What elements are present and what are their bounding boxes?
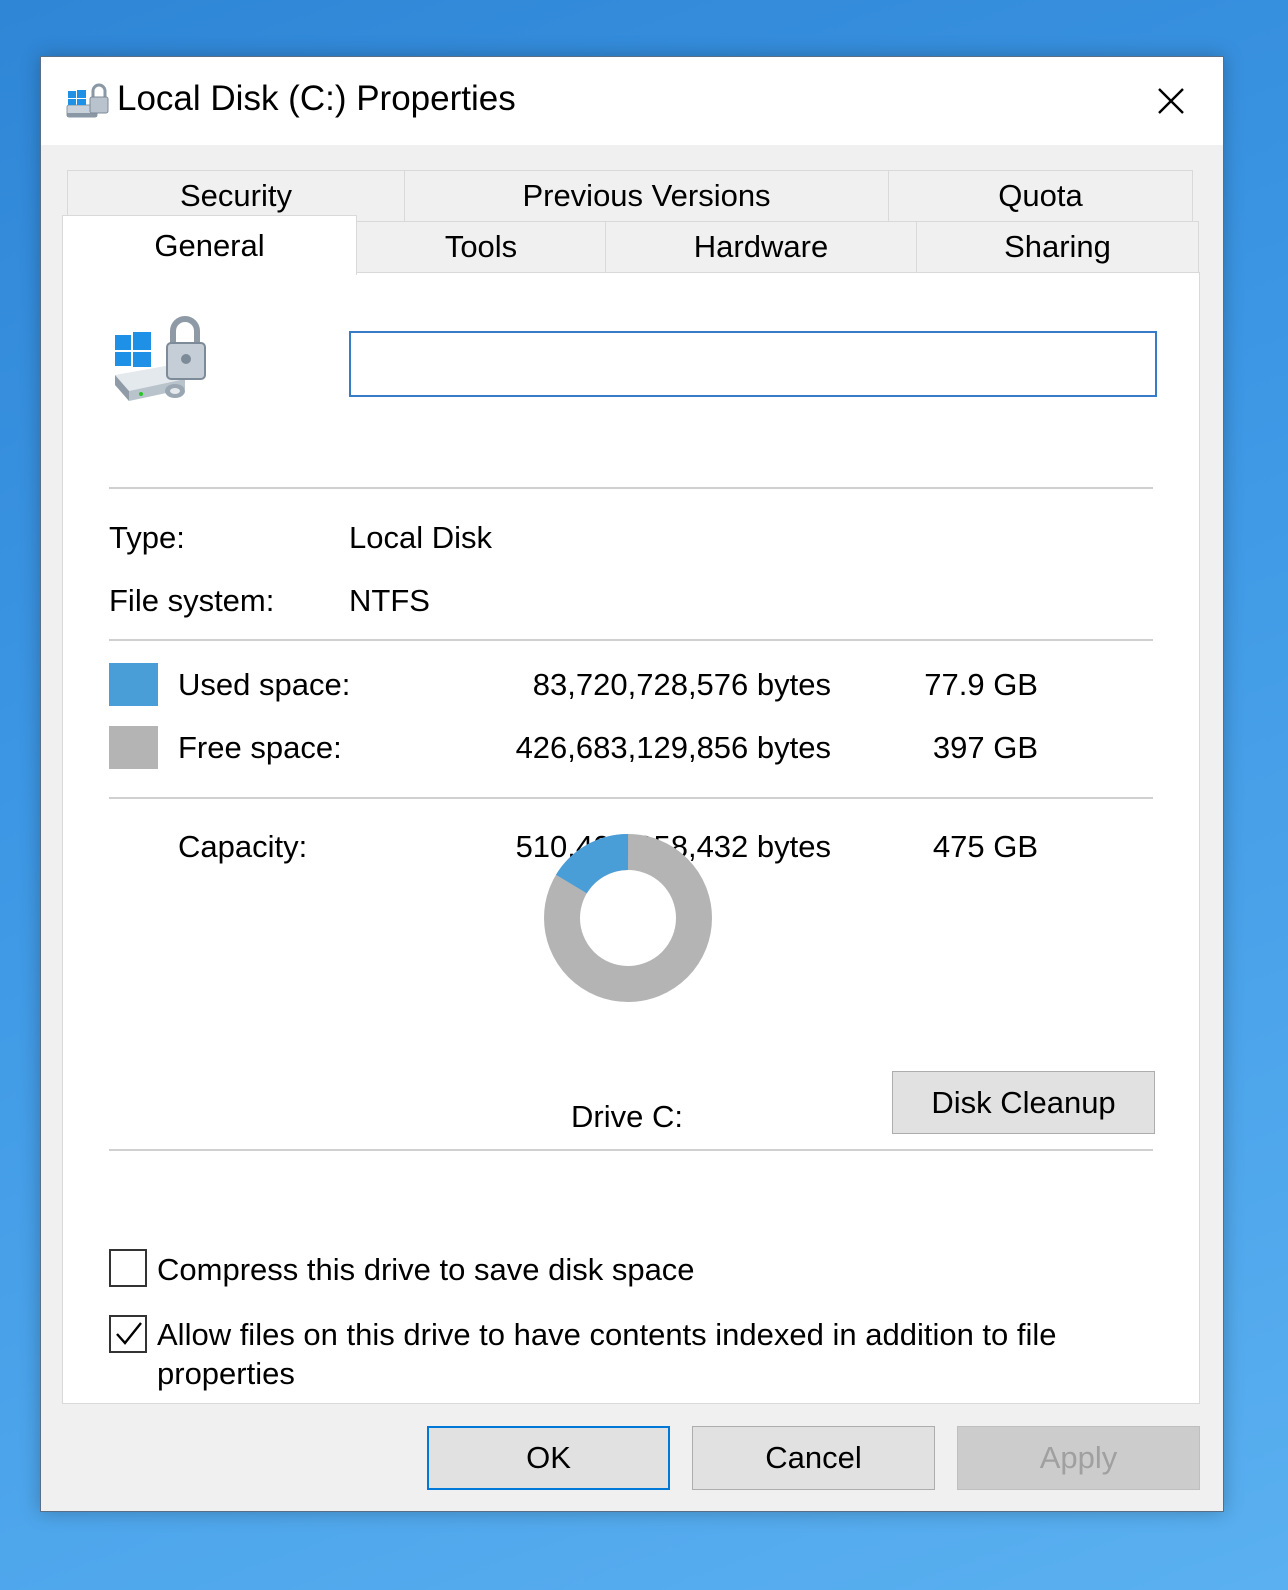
disk-usage-donut-chart	[544, 834, 712, 1002]
compress-checkbox[interactable]	[109, 1249, 147, 1287]
used-space-size: 77.9 GB	[924, 667, 1038, 702]
tab-general[interactable]: General	[62, 215, 357, 275]
separator	[109, 639, 1153, 641]
file-system-label: File system:	[109, 583, 275, 618]
capacity-size: 475 GB	[932, 829, 1038, 864]
used-space-swatch	[109, 663, 158, 706]
index-checkbox[interactable]	[109, 1315, 147, 1353]
window-title: Local Disk (C:) Properties	[117, 79, 516, 118]
apply-button[interactable]: Apply	[957, 1426, 1200, 1490]
tab-sharing[interactable]: Sharing	[916, 221, 1199, 273]
ok-button[interactable]: OK	[427, 1426, 670, 1490]
tab-tools[interactable]: Tools	[356, 221, 606, 273]
used-space-label: Used space:	[178, 667, 351, 702]
close-icon	[1158, 88, 1184, 114]
properties-dialog: Local Disk (C:) Properties Security Prev…	[40, 56, 1224, 1512]
type-value: Local Disk	[349, 520, 492, 555]
volume-label-input[interactable]	[349, 331, 1157, 397]
separator	[109, 797, 1153, 799]
index-label: Allow files on this drive to have conten…	[157, 1317, 1057, 1391]
separator	[109, 1149, 1153, 1151]
tab-quota[interactable]: Quota	[888, 170, 1193, 222]
used-space-bytes: 83,720,728,576 bytes	[532, 667, 831, 702]
checkmark-icon	[116, 1322, 142, 1345]
free-space-bytes: 426,683,129,856 bytes	[515, 730, 831, 765]
tab-hardware[interactable]: Hardware	[605, 221, 917, 273]
file-system-value: NTFS	[349, 583, 430, 618]
free-space-size: 397 GB	[932, 730, 1038, 765]
separator	[109, 487, 1153, 489]
disk-cleanup-button[interactable]: Disk Cleanup	[892, 1071, 1155, 1134]
capacity-label: Capacity:	[178, 829, 308, 864]
title-bar: Local Disk (C:) Properties	[41, 57, 1223, 145]
type-label: Type:	[109, 520, 185, 555]
general-tab-panel: Type: Local Disk File system: NTFS Used …	[62, 272, 1200, 1404]
drive-label: Drive C:	[571, 1099, 683, 1134]
compress-label: Compress this drive to save disk space	[157, 1252, 695, 1287]
drive-lock-icon	[115, 316, 206, 401]
cancel-button[interactable]: Cancel	[692, 1426, 935, 1490]
free-space-swatch	[109, 726, 158, 769]
tab-previous-versions[interactable]: Previous Versions	[404, 170, 889, 222]
close-button[interactable]	[1119, 57, 1223, 145]
drive-lock-icon	[66, 83, 109, 118]
free-space-label: Free space:	[178, 730, 342, 765]
